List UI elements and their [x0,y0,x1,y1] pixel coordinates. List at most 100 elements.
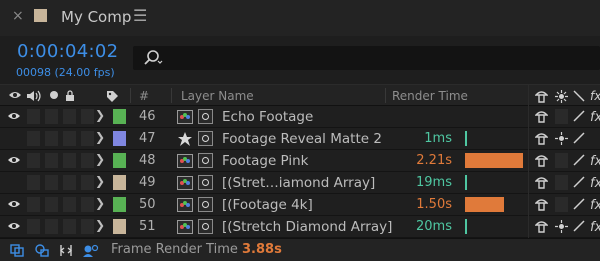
shy-icon[interactable] [535,220,548,233]
quality-icon[interactable] [573,110,585,122]
layer-switch-cell[interactable] [63,175,76,190]
solo-icon[interactable] [49,90,59,100]
label-color-swatch[interactable] [113,219,126,234]
render-time-column-header[interactable]: Render Time [392,89,468,103]
collapse-switch-cell[interactable] [555,175,568,190]
layer-switch-cell[interactable] [27,197,40,212]
eye-icon[interactable] [7,155,21,165]
layer-switch-cell[interactable] [81,175,94,190]
layer-name[interactable]: [(Stretch Diamond Array] [222,219,392,235]
expand-chevron-icon[interactable]: ❯ [95,108,105,122]
quality-icon[interactable] [573,154,585,166]
layer-switch-cell[interactable] [81,153,94,168]
quality-icon[interactable] [573,176,585,188]
layer-row[interactable]: ❯ 50 [(Footage 4k] 1.50s fx [0,194,600,216]
collapse-transformations-icon[interactable] [555,132,568,145]
layer-switch-cell[interactable] [27,153,40,168]
collapse-transformations-icon[interactable] [555,220,568,233]
layer-row[interactable]: ❯ 47 Footage Reveal Matte 2 1ms [0,128,600,150]
quality-icon[interactable] [573,198,585,210]
layer-name[interactable]: Footage Pink [222,153,309,169]
expand-chevron-icon[interactable]: ❯ [95,174,105,188]
expand-chevron-icon[interactable]: ❯ [95,218,105,232]
collapse-transformations-icon[interactable] [555,90,568,103]
panel-menu-icon[interactable]: ☰ [133,6,147,25]
close-tab-button[interactable]: × [12,8,24,24]
layer-switch-cell[interactable] [81,197,94,212]
layer-switch-cell[interactable] [81,219,94,234]
lock-icon[interactable] [65,90,75,102]
layer-row[interactable]: ❯ 46 Echo Footage fx [0,106,600,128]
layer-switch-cell[interactable] [27,219,40,234]
shy-icon[interactable] [535,132,548,145]
quality-icon[interactable] [573,132,585,144]
effects-column-header[interactable]: fx [590,89,600,103]
shy-icon[interactable] [535,90,548,103]
fx-icon[interactable]: fx [590,154,600,169]
expand-chevron-icon[interactable]: ❯ [95,152,105,166]
layer-name[interactable]: [(Footage 4k] [222,197,313,213]
layer-switch-cell[interactable] [27,175,40,190]
transfer-controls-toggle-icon[interactable] [35,244,49,257]
layer-row[interactable]: ❯ 51 [(Stretch Diamond Array] 20ms fx [0,216,600,238]
layer-switch-cell[interactable] [81,131,94,146]
layer-name[interactable]: Footage Reveal Matte 2 [222,131,382,147]
collapse-switch-cell[interactable] [555,109,568,124]
layer-number-column-header[interactable]: # [139,89,149,103]
layer-switch-cell[interactable] [63,197,76,212]
quality-icon[interactable] [573,220,585,232]
layer-switch-cell[interactable] [45,197,58,212]
label-color-swatch[interactable] [113,153,126,168]
shy-icon[interactable] [535,110,548,123]
layer-render-time: 19ms [416,175,452,190]
collapse-switch-cell[interactable] [555,197,568,212]
shy-icon[interactable] [535,176,548,189]
layer-switch-cell[interactable] [63,219,76,234]
in-out-duration-toggle-icon[interactable] [59,244,73,257]
layer-switch-cell[interactable] [63,153,76,168]
eye-icon[interactable] [7,221,21,231]
layer-switch-cell[interactable] [45,153,58,168]
expand-chevron-icon[interactable]: ❯ [95,130,105,144]
layer-switch-cell[interactable] [81,109,94,124]
layer-source-icon [198,109,213,124]
current-time-display[interactable]: 0:00:04:02 [17,41,118,62]
layer-switch-cell[interactable] [45,131,58,146]
collapse-switch-cell[interactable] [555,153,568,168]
layer-switch-cell[interactable] [45,219,58,234]
eye-icon[interactable] [7,111,21,121]
layer-switch-cell[interactable] [45,175,58,190]
comp-tab-title[interactable]: My Comp [61,8,131,26]
layer-name-column-header[interactable]: Layer Name [181,89,254,103]
eye-icon[interactable] [7,199,21,209]
layer-switch-cell[interactable] [45,109,58,124]
layer-switch-cell[interactable] [63,131,76,146]
layer-name[interactable]: [(Stret…iamond Array] [222,175,375,191]
label-color-swatch[interactable] [113,175,126,190]
fx-icon[interactable]: fx [590,220,600,235]
layer-switch-cell[interactable] [27,131,40,146]
layer-row[interactable]: ❯ 49 [(Stret…iamond Array] 19ms fx [0,172,600,194]
layer-row[interactable]: ❯ 48 Footage Pink 2.21s fx [0,150,600,172]
footage-icon [177,154,193,168]
audio-icon[interactable] [26,90,42,102]
fx-icon[interactable]: fx [590,198,600,213]
label-color-swatch[interactable] [113,109,126,124]
label-color-swatch[interactable] [113,131,126,146]
layer-switch-cell[interactable] [27,109,40,124]
quality-icon[interactable] [573,90,585,102]
fx-icon[interactable]: fx [590,110,600,125]
search-icon[interactable] [141,49,163,67]
layer-search-input[interactable] [133,46,600,70]
layer-switch-cell[interactable] [63,109,76,124]
label-tag-icon[interactable] [106,90,119,103]
layer-switches-toggle-icon[interactable] [10,244,24,257]
shy-icon[interactable] [535,198,548,211]
fx-icon[interactable]: fx [590,176,600,191]
expand-chevron-icon[interactable]: ❯ [95,196,105,210]
render-time-toggle-icon[interactable] [83,244,99,257]
shy-icon[interactable] [535,154,548,167]
video-visibility-icon[interactable] [8,90,22,100]
layer-name[interactable]: Echo Footage [222,109,313,125]
label-color-swatch[interactable] [113,197,126,212]
